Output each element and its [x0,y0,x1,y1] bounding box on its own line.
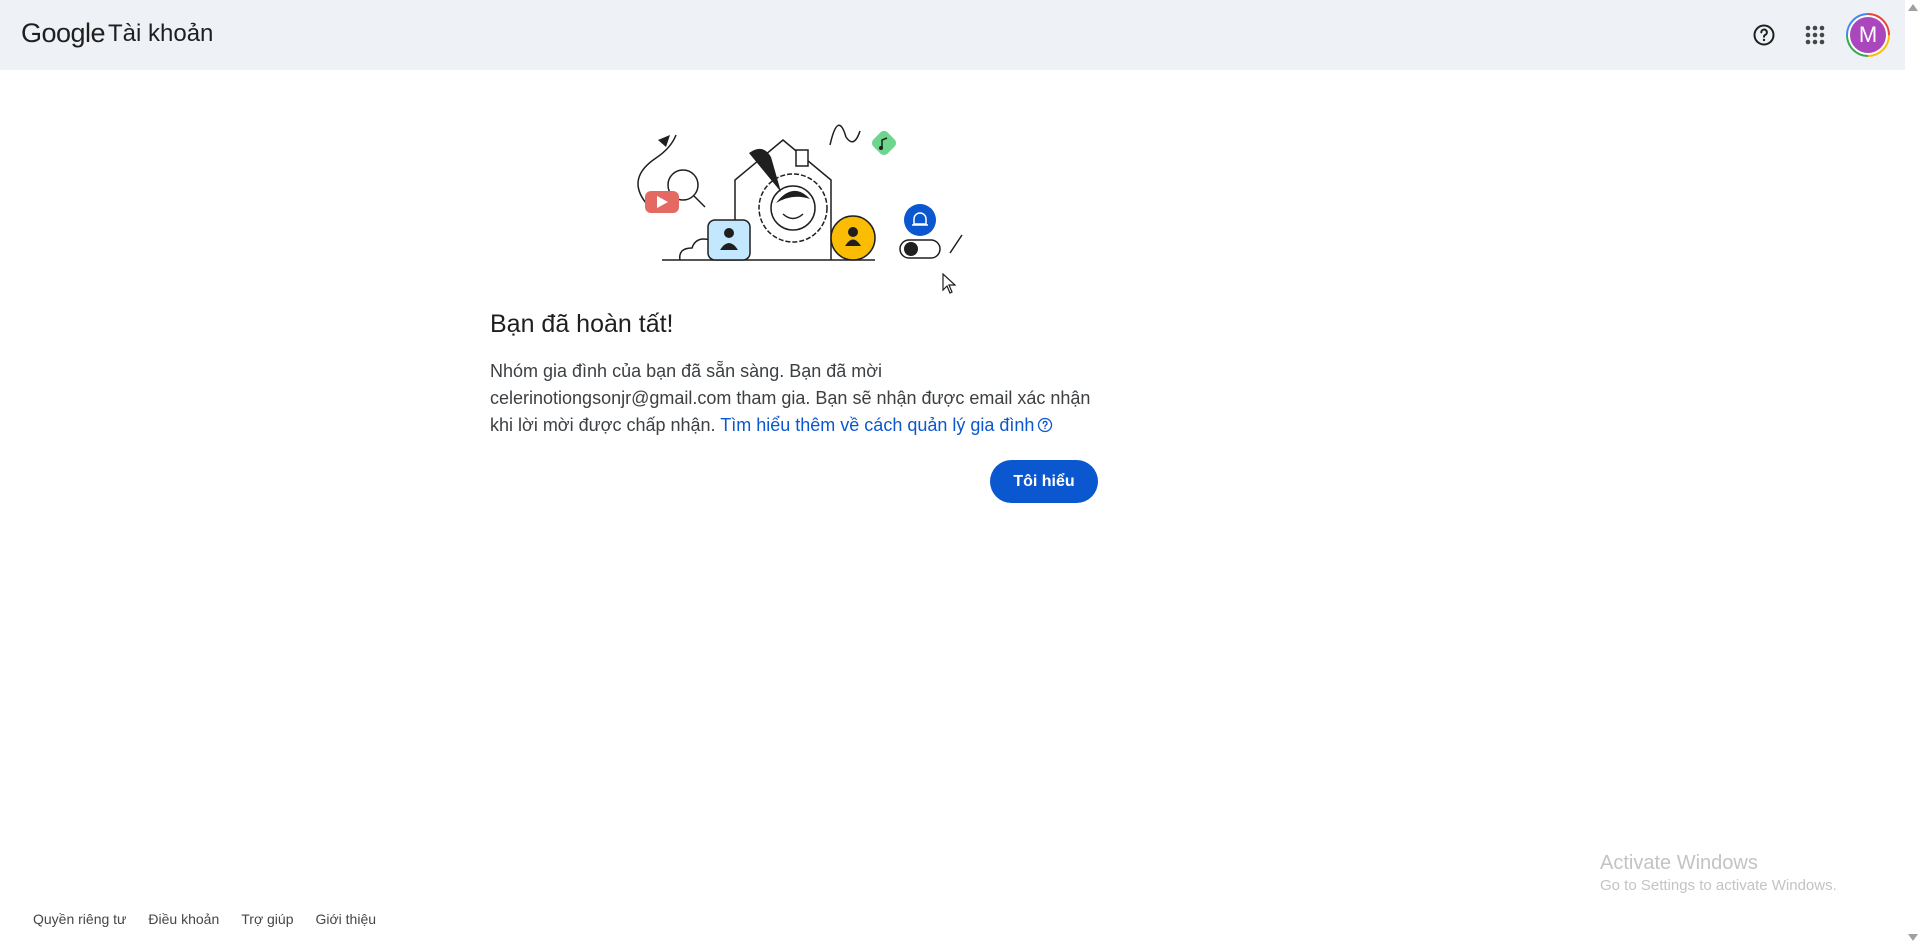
account-avatar-button[interactable]: M [1846,13,1890,57]
learn-more-link-text[interactable]: Tìm hiểu thêm về cách quản lý gia đình [720,415,1034,435]
avatar-initial: M [1848,15,1888,55]
mouse-pointer-icon [942,273,956,294]
scroll-up-arrow-icon[interactable] [1908,4,1918,11]
help-outline-icon[interactable] [1037,417,1053,433]
page-title: Bạn đã hoàn tất! [490,310,674,338]
top-app-bar: Google Tài khoản M [0,0,1905,70]
scroll-down-arrow-icon[interactable] [1908,934,1918,941]
apps-grid-icon [1805,25,1825,45]
google-logo[interactable]: Google [21,18,106,49]
family-group-illustration [637,124,963,261]
help-button[interactable] [1743,14,1785,56]
activate-windows-title: Activate Windows [1600,852,1758,874]
got-it-button[interactable]: Tôi hiểu [990,460,1098,503]
help-circle-icon [1753,24,1775,46]
footer-links: Quyền riêng tư Điều khoản Trợ giúp Giới … [33,911,376,927]
confirmation-message: Nhóm gia đình của bạn đã sẵn sàng. Bạn đ… [490,358,1100,439]
activate-windows-subtitle: Go to Settings to activate Windows. [1600,877,1837,894]
page-scrollbar[interactable] [1905,0,1920,945]
footer-link-about[interactable]: Giới thiệu [315,911,376,927]
footer-link-terms[interactable]: Điều khoản [148,911,219,927]
message-line-3: khi lời mời được chấp nhận. [490,415,716,435]
product-name[interactable]: Tài khoản [108,20,213,48]
message-line-1: Nhóm gia đình của bạn đã sẵn sàng. Bạn đ… [490,361,883,381]
learn-more-link[interactable]: Tìm hiểu thêm về cách quản lý gia đình [720,415,1053,435]
google-apps-button[interactable] [1794,14,1836,56]
footer-link-help[interactable]: Trợ giúp [241,911,293,927]
footer-link-privacy[interactable]: Quyền riêng tư [33,911,126,927]
message-line-2: celerinotiongsonjr@gmail.com tham gia. B… [490,388,1091,408]
